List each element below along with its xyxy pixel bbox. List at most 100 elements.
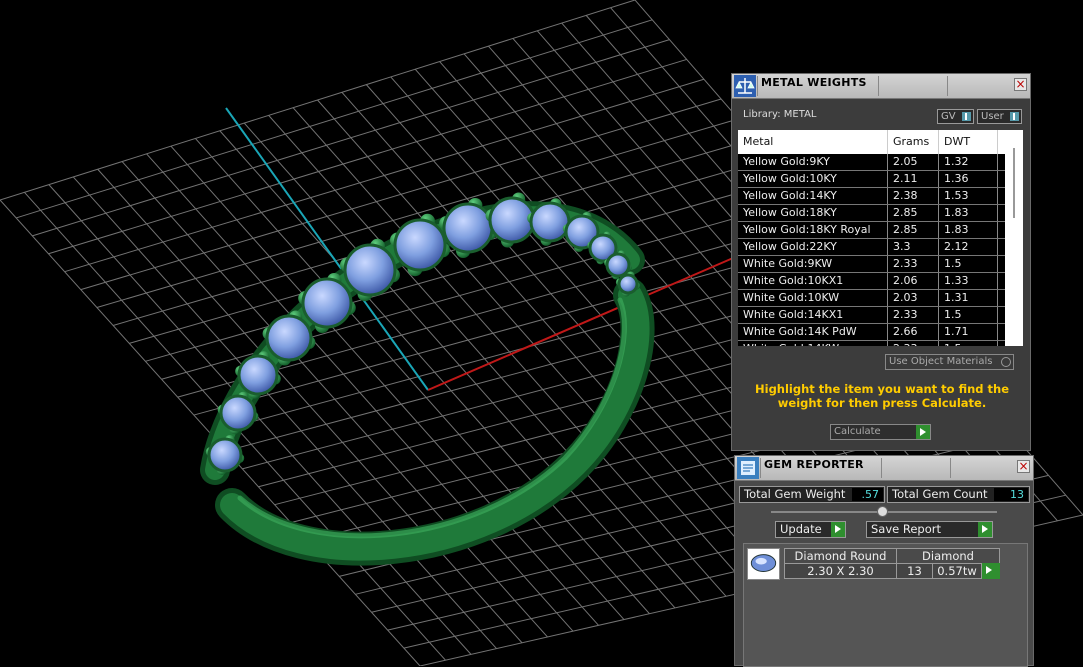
gem-reporter-title: GEM REPORTER xyxy=(764,458,864,471)
metal-cell: White Gold:14K PdW xyxy=(738,324,888,340)
play-icon xyxy=(831,522,845,537)
dwt-cell: 1.71 xyxy=(939,324,998,340)
gemstone xyxy=(207,437,243,473)
gemstone xyxy=(393,218,447,272)
total-gem-weight-field: Total Gem Weight .57 xyxy=(739,486,885,503)
gemstone xyxy=(442,202,494,254)
grams-cell: 2.66 xyxy=(888,324,939,340)
dwt-cell: 1.33 xyxy=(939,273,998,289)
metal-table-scrollbar[interactable] xyxy=(1005,130,1023,346)
dwt-cell: 2.12 xyxy=(939,239,998,255)
scale-icon xyxy=(734,75,756,97)
table-row[interactable]: White Gold:10KX1 2.06 1.33 xyxy=(738,273,1005,290)
gemstone xyxy=(219,394,257,432)
gemstone xyxy=(265,314,313,362)
metal-table-rows: Yellow Gold:9KY 2.05 1.32 Yellow Gold:10KY 2… xyxy=(738,154,1005,346)
table-row[interactable]: Yellow Gold:18KY 2.85 1.83 xyxy=(738,205,1005,222)
column-header-metal[interactable]: Metal xyxy=(738,130,888,154)
metal-cell: Yellow Gold:9KY xyxy=(738,154,888,170)
dwt-cell: 1.5 xyxy=(939,307,998,323)
grams-cell: 3.3 xyxy=(888,239,939,255)
gv-toggle-label: GV xyxy=(941,111,956,122)
gem-reporter-panel: GEM REPORTER × Total Gem Weight .57 Tota… xyxy=(734,455,1034,667)
slider-handle[interactable] xyxy=(877,506,888,517)
gem-list: Diamond Round Diamond 2.30 X 2.30 13 0.5… xyxy=(743,543,1028,667)
radio-icon xyxy=(1001,357,1011,367)
total-gem-weight-label: Total Gem Weight xyxy=(744,487,846,501)
report-icon xyxy=(737,457,759,479)
gemstone xyxy=(301,277,353,329)
gem-shape: Diamond Round xyxy=(784,548,897,564)
table-row[interactable]: White Gold:14KW2.331.5 xyxy=(738,341,1005,346)
metal-table-header: Metal Grams DWT xyxy=(738,130,1005,154)
table-row[interactable]: Yellow Gold:18KY Royal 2.85 1.83 xyxy=(738,222,1005,239)
gemstones xyxy=(205,192,641,476)
grams-cell: 2.33 xyxy=(888,256,939,272)
gem-material: Diamond xyxy=(896,548,1000,564)
total-gem-count-value: 13 xyxy=(994,488,1028,501)
grams-cell: 2.33 xyxy=(888,341,939,346)
metal-weights-titlebar[interactable]: METAL WEIGHTS × xyxy=(732,74,1030,99)
metal-cell: White Gold:10KX1 xyxy=(738,273,888,289)
x-axis-line xyxy=(427,254,741,391)
table-row[interactable]: White Gold:14K PdW 2.66 1.71 xyxy=(738,324,1005,341)
dwt-cell: 1.32 xyxy=(939,154,998,170)
metal-cell: Yellow Gold:10KY xyxy=(738,171,888,187)
dwt-cell: 1.5 xyxy=(939,341,998,346)
close-icon[interactable]: × xyxy=(1017,460,1030,473)
column-header-dwt[interactable]: DWT xyxy=(939,130,998,154)
close-icon[interactable]: × xyxy=(1014,78,1027,91)
use-object-materials-toggle[interactable]: Use Object Materials xyxy=(885,354,1014,370)
table-row[interactable]: White Gold:14KX1 2.33 1.5 xyxy=(738,307,1005,324)
gemstone xyxy=(529,201,571,243)
metal-table: Metal Grams DWT Yellow Gold:9KY 2.05 1.32 Y… xyxy=(738,130,1023,346)
save-report-button[interactable]: Save Report xyxy=(866,521,993,538)
gem-size: 2.30 X 2.30 xyxy=(784,563,897,579)
dwt-cell: 1.53 xyxy=(939,188,998,204)
grams-cell: 2.11 xyxy=(888,171,939,187)
table-row[interactable]: Yellow Gold:10KY 2.11 1.36 xyxy=(738,171,1005,188)
total-gem-count-label: Total Gem Count xyxy=(892,487,988,501)
gemstone xyxy=(343,243,397,297)
play-icon xyxy=(982,563,1000,579)
column-header-grams[interactable]: Grams xyxy=(888,130,939,154)
instruction-text: Highlight the item you want to find the … xyxy=(755,382,1009,410)
gem-reporter-titlebar[interactable]: GEM REPORTER × xyxy=(735,456,1033,481)
gv-toggle[interactable]: GV xyxy=(937,109,974,124)
table-row[interactable]: Yellow Gold:22KY 3.3 2.12 xyxy=(738,239,1005,256)
metal-cell: Yellow Gold:18KY xyxy=(738,205,888,221)
gemstone xyxy=(617,273,639,295)
use-object-materials-label: Use Object Materials xyxy=(889,356,993,367)
gemstone xyxy=(488,196,536,244)
metal-cell: Yellow Gold:18KY Royal xyxy=(738,222,888,238)
grams-cell: 2.05 xyxy=(888,154,939,170)
grams-cell: 2.85 xyxy=(888,222,939,238)
grams-cell: 2.03 xyxy=(888,290,939,306)
table-row[interactable]: Yellow Gold:9KY 2.05 1.32 xyxy=(738,154,1005,171)
dwt-cell: 1.5 xyxy=(939,256,998,272)
table-row[interactable]: White Gold:10KW 2.03 1.31 xyxy=(738,290,1005,307)
gem-count: 13 xyxy=(896,563,933,579)
calculate-button[interactable]: Calculate xyxy=(830,424,931,440)
dwt-cell: 1.83 xyxy=(939,205,998,221)
user-toggle[interactable]: User xyxy=(977,109,1022,124)
dwt-cell: 1.83 xyxy=(939,222,998,238)
update-button[interactable]: Update xyxy=(775,521,846,538)
metal-cell: Yellow Gold:14KY xyxy=(738,188,888,204)
metal-cell: White Gold:9KW xyxy=(738,256,888,272)
gemstone xyxy=(237,354,279,396)
total-gem-count-field: Total Gem Count 13 xyxy=(887,486,1030,503)
total-gem-weight-value: .57 xyxy=(852,488,883,501)
dwt-cell: 1.36 xyxy=(939,171,998,187)
table-row[interactable]: Yellow Gold:14KY 2.38 1.53 xyxy=(738,188,1005,205)
metal-weights-title: METAL WEIGHTS xyxy=(761,76,867,89)
table-row[interactable]: White Gold:9KW 2.33 1.5 xyxy=(738,256,1005,273)
gem-details-button[interactable] xyxy=(982,563,1000,579)
grams-cell: 2.85 xyxy=(888,205,939,221)
metal-cell: White Gold:10KW xyxy=(738,290,888,306)
grams-cell: 2.33 xyxy=(888,307,939,323)
update-label: Update xyxy=(780,522,822,536)
metal-cell: White Gold:14KW xyxy=(738,341,888,346)
calculate-label: Calculate xyxy=(834,426,881,437)
scrollbar-thumb[interactable] xyxy=(1013,148,1015,218)
